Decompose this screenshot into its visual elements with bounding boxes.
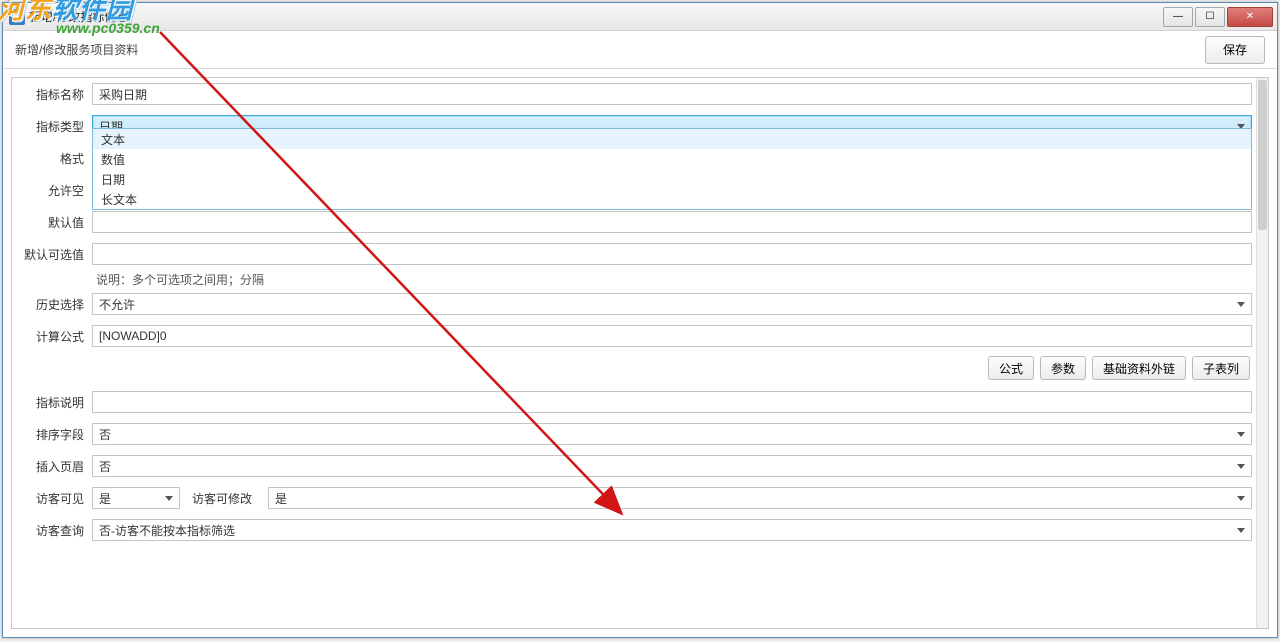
row-sort: 排序字段 否 [12, 418, 1256, 450]
hint-default-options: 说明：多个可选项之间用；分隔 [96, 270, 1256, 288]
row-default: 默认值 [12, 206, 1256, 238]
row-formula: 计算公式 [NOWADD]0 [12, 320, 1256, 352]
label-header: 插入页眉 [16, 458, 92, 475]
label-history: 历史选择 [16, 296, 92, 313]
label-default: 默认值 [16, 214, 92, 231]
label-sort: 排序字段 [16, 426, 92, 443]
row-history: 历史选择 不允许 [12, 288, 1256, 320]
type-option-text[interactable]: 文本 [93, 129, 1251, 149]
input-desc[interactable] [92, 391, 1252, 413]
sublist-button[interactable]: 子表列 [1192, 356, 1250, 380]
window-title: 新增/修改指标信息 [29, 8, 128, 25]
close-button[interactable]: ✕ [1227, 7, 1273, 27]
input-default[interactable] [92, 211, 1252, 233]
label-desc: 指标说明 [16, 394, 92, 411]
row-desc: 指标说明 [12, 386, 1256, 418]
label-formula: 计算公式 [16, 328, 92, 345]
label-allow-empty: 允许空 [16, 182, 92, 199]
minimize-button[interactable]: — [1163, 7, 1193, 27]
toolbar: 新增/修改服务项目资料 保存 [3, 31, 1277, 69]
label-guest-visible: 访客可见 [16, 490, 92, 507]
label-name: 指标名称 [16, 86, 92, 103]
type-option-date[interactable]: 日期 [93, 169, 1251, 189]
params-button[interactable]: 参数 [1040, 356, 1086, 380]
select-sort[interactable]: 否 [92, 423, 1252, 445]
formula-buttons: 公式 参数 基础资料外链 子表列 [12, 352, 1256, 384]
vertical-scrollbar[interactable] [1256, 78, 1268, 628]
select-header[interactable]: 否 [92, 455, 1252, 477]
save-button[interactable]: 保存 [1205, 36, 1265, 64]
row-guest-query: 访客查询 否-访客不能按本指标筛选 [12, 514, 1256, 546]
row-header: 插入页眉 否 [12, 450, 1256, 482]
maximize-button[interactable]: ☐ [1195, 7, 1225, 27]
label-type: 指标类型 [16, 118, 92, 135]
select-guest-editable[interactable]: 是 [268, 487, 1252, 509]
formula-button[interactable]: 公式 [988, 356, 1034, 380]
form-panel: 指标名称 采购日期 指标类型 日期 文本 数值 日期 长文本 格式 [11, 77, 1269, 629]
label-guest-editable: 访客可修改 [190, 490, 258, 507]
type-option-longtext[interactable]: 长文本 [93, 189, 1251, 209]
label-format: 格式 [16, 150, 92, 167]
label-guest-query: 访客查询 [16, 522, 92, 539]
select-history[interactable]: 不允许 [92, 293, 1252, 315]
row-name: 指标名称 采购日期 [12, 78, 1256, 110]
content-wrap: 指标名称 采购日期 指标类型 日期 文本 数值 日期 长文本 格式 [3, 69, 1277, 637]
input-name[interactable]: 采购日期 [92, 83, 1252, 105]
select-guest-visible[interactable]: 是 [92, 487, 180, 509]
external-button[interactable]: 基础资料外链 [1092, 356, 1186, 380]
row-guest-visible: 访客可见 是 访客可修改 是 [12, 482, 1256, 514]
row-default-options: 默认可选值 [12, 238, 1256, 270]
label-default-options: 默认可选值 [16, 246, 92, 263]
toolbar-title: 新增/修改服务项目资料 [15, 41, 1205, 58]
input-formula[interactable]: [NOWADD]0 [92, 325, 1252, 347]
select-guest-query[interactable]: 否-访客不能按本指标筛选 [92, 519, 1252, 541]
type-dropdown-list: 文本 数值 日期 长文本 [92, 128, 1252, 210]
titlebar: 新增/修改指标信息 — ☐ ✕ [3, 3, 1277, 31]
app-window: 新增/修改指标信息 — ☐ ✕ 新增/修改服务项目资料 保存 指标名称 采购日期… [2, 2, 1278, 638]
app-icon [9, 9, 25, 25]
type-option-number[interactable]: 数值 [93, 149, 1251, 169]
input-default-options[interactable] [92, 243, 1252, 265]
